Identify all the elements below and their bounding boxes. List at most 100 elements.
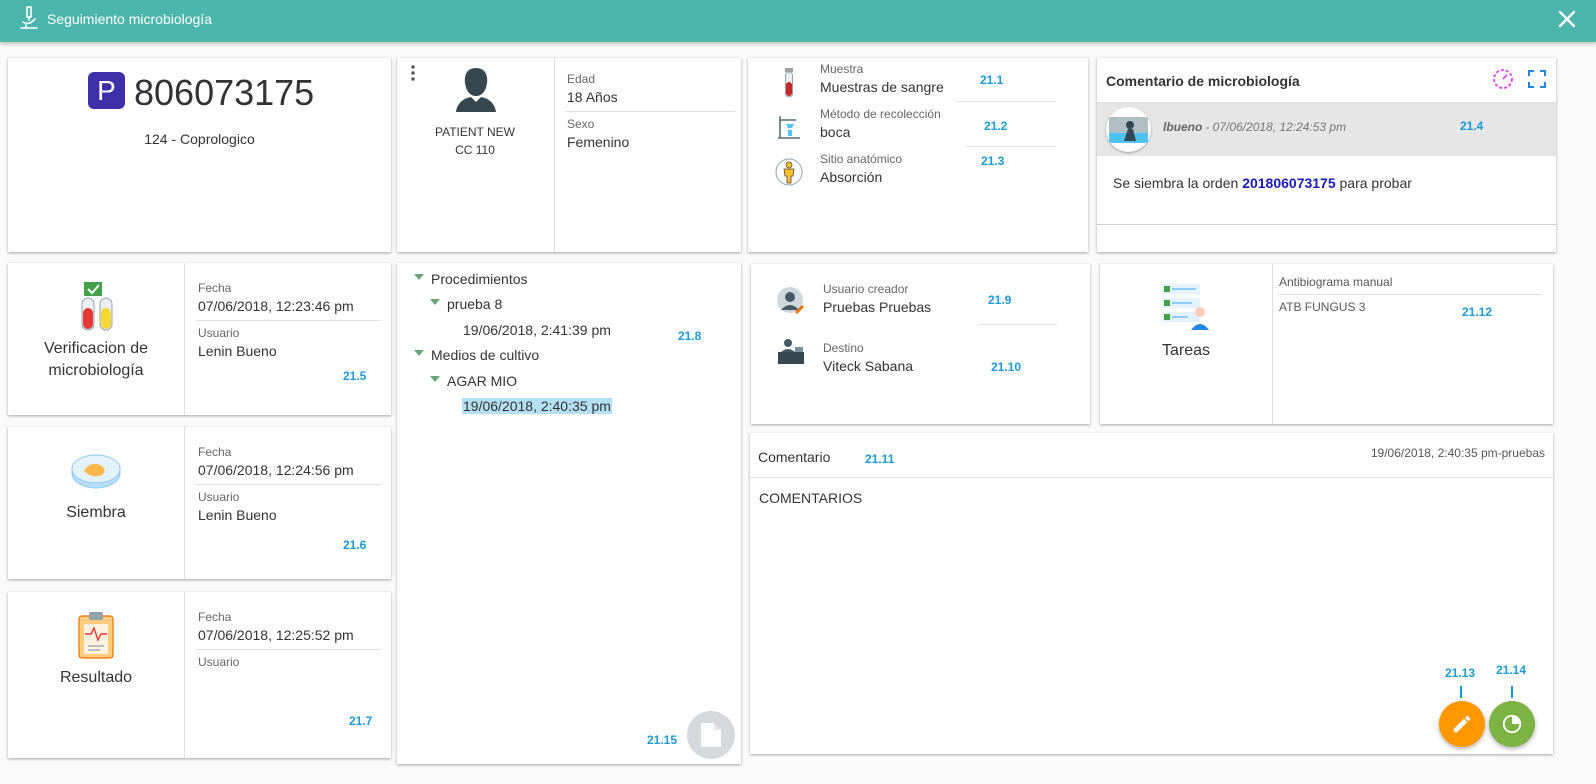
step-title: microbiología [48,362,144,379]
window-title: Seguimiento microbiología [47,11,212,27]
fecha-value: 07/06/2018, 12:25:52 pm [198,627,354,643]
ref-label: 21.6 [343,538,367,552]
metodo-value: boca [820,124,851,140]
pie-chart-icon [1502,714,1522,734]
divider [196,649,381,650]
comment-datetime: - 07/06/2018, 12:24:53 pm [1202,120,1347,134]
divider [1272,264,1273,424]
divider [196,320,381,321]
ref-label: 21.8 [678,329,702,343]
sample-card: Muestra Muestras de sangre 21.1 Método d… [748,58,1088,252]
sex-label: Sexo [567,117,595,131]
fecha-label: Fecha [198,445,232,459]
patient-name: PATIENT NEW [434,125,515,139]
usuario-label: Usuario [198,326,240,340]
fecha-value: 07/06/2018, 12:23:46 pm [198,298,354,314]
ref-label: 21.15 [647,733,678,747]
divider [565,111,735,112]
sex-value: Femenino [567,134,630,150]
comment-text-part: Se siembra la orden [1113,175,1243,191]
collection-stand-icon [778,116,800,139]
ref-label: 21.4 [1460,119,1484,133]
receptionist-desk-icon [778,339,804,364]
tree-leaf-prueba-date[interactable]: 19/06/2018, 2:41:39 pm [463,322,611,338]
tree-expand-icon[interactable] [430,299,440,305]
close-icon[interactable] [1558,10,1576,28]
tree-node-procedimientos[interactable]: Procedimientos [431,271,528,287]
verification-card[interactable]: Verificacion de microbiología Fecha 07/0… [8,263,391,415]
ref-label: 21.9 [988,293,1012,307]
ref-label: 21.2 [984,119,1008,133]
divider [184,427,185,579]
order-link[interactable]: 201806073175 [1242,175,1335,191]
document-icon [701,723,721,747]
fecha-label: Fecha [198,610,232,624]
comment-text: Se siembra la orden 201806073175 para pr… [1113,175,1412,191]
history-timer-icon[interactable] [1492,68,1514,90]
metodo-label: Método de recolección [820,107,941,121]
ref-label: 21.5 [343,369,367,383]
comentario-body[interactable]: COMENTARIOS [759,490,862,506]
ref-label: 21.1 [980,73,1004,87]
muestra-value: Muestras de sangre [820,79,944,95]
siembra-card[interactable]: Siembra Fecha 07/06/2018, 12:24:56 pm Us… [8,427,391,579]
step-title: Verificacion de [43,340,149,357]
edit-button[interactable] [1439,701,1485,747]
document-button[interactable] [687,711,735,759]
tree-leaf-agar-date-selected[interactable]: 19/06/2018, 2:40:35 pm [462,398,612,414]
ref-label: 21.3 [981,154,1005,168]
chart-button[interactable] [1489,701,1535,747]
avatar-image [1109,117,1148,143]
task-list-header: Antibiograma manual [1279,275,1393,289]
petri-dish-icon [71,454,121,489]
divider [1278,294,1542,295]
tree-expand-icon[interactable] [430,376,440,382]
ref-label: 21.11 [865,452,895,466]
clipboard-report-icon [78,612,114,659]
fullscreen-icon[interactable] [1527,69,1547,89]
tree-node-prueba[interactable]: prueba 8 [447,296,502,312]
divider [966,146,1056,147]
creador-label: Usuario creador [823,282,909,296]
divider [750,477,1553,478]
comment-text-part: para probar [1335,175,1412,191]
ref-tick [1511,686,1513,698]
tareas-card: Tareas Antibiograma manual ATB FUNGUS 3 … [1100,264,1553,424]
priority-badge: P [88,72,125,109]
tree-expand-icon[interactable] [414,350,424,356]
procedures-tree-card: Procedimientos prueba 8 19/06/2018, 2:41… [397,263,741,764]
usuario-value: Lenin Bueno [198,343,277,359]
order-number: 806073175 [134,72,315,113]
ref-tick [1460,686,1462,698]
comentario-card: Comentario 21.11 19/06/2018, 2:40:35 pm-… [750,433,1553,754]
tree-node-medios[interactable]: Medios de cultivo [431,347,539,363]
tree-expand-icon[interactable] [414,274,424,280]
resultado-card[interactable]: Resultado Fecha 07/06/2018, 12:25:52 pm … [8,592,391,758]
fecha-label: Fecha [198,281,232,295]
order-card: P 806073175 124 - Coprologico [8,58,391,252]
ref-label: 21.14 [1496,663,1527,677]
usuario-label: Usuario [198,655,240,669]
users-card: Usuario creador Pruebas Pruebas 21.9 Des… [751,264,1090,424]
comment-author: lbueno [1163,120,1203,134]
microscope-icon [20,6,38,29]
step-title: Resultado [59,669,133,686]
divider [554,58,555,252]
task-list-icon [1162,284,1209,330]
tareas-button[interactable]: Tareas [1100,264,1272,424]
tareas-title: Tareas [1161,342,1211,359]
sitio-value: Absorción [820,169,883,185]
blood-tube-icon [785,68,793,98]
divider [1097,224,1556,225]
body-figure-icon [775,158,803,186]
divider [184,263,185,415]
patient-card: PATIENT NEW CC 110 Edad 18 Años Sexo Fem… [397,58,741,252]
test-tubes-check-icon [81,282,113,331]
destino-label: Destino [823,341,864,355]
more-vert-icon[interactable] [410,65,416,81]
divider [184,592,185,758]
comment-panel-title: Comentario de microbiología [1106,73,1300,89]
task-item[interactable]: ATB FUNGUS 3 [1279,300,1365,314]
divider [956,101,1056,102]
tree-node-agar[interactable]: AGAR MIO [447,373,517,389]
